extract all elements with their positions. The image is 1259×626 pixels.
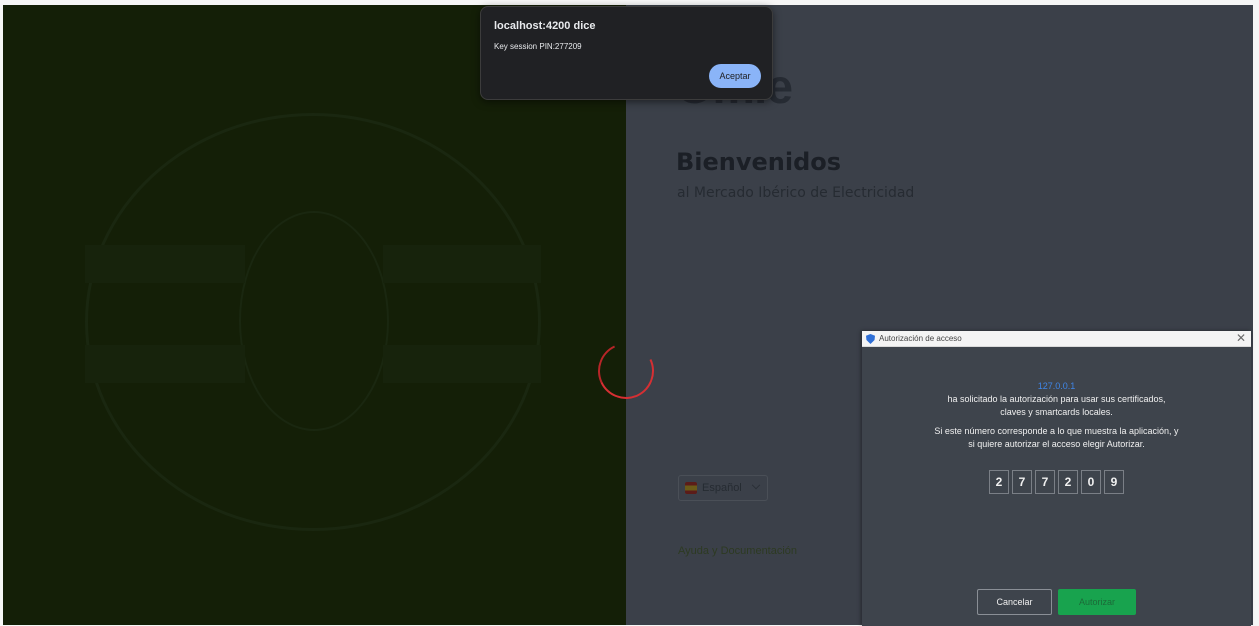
- chevron-down-icon: [751, 480, 761, 490]
- authorize-button[interactable]: Autorizar: [1058, 589, 1136, 615]
- dialog-titlebar: Autorización de acceso ✕: [862, 331, 1251, 347]
- welcome-subtitle: al Mercado Ibérico de Electricidad: [677, 185, 915, 201]
- alert-title: localhost:4200 dice: [494, 20, 596, 32]
- pin-digit: 0: [1081, 470, 1101, 494]
- emblem-bar-bottom-right: [383, 345, 541, 383]
- requesting-host: 127.0.0.1: [1037, 381, 1076, 391]
- welcome-title: Bienvenidos: [676, 148, 842, 176]
- pin-digit: 7: [1035, 470, 1055, 494]
- cancel-button[interactable]: Cancelar: [977, 589, 1052, 615]
- pin-digit: 2: [1058, 470, 1078, 494]
- dialog-text-line-3: Si este número corresponde a lo que mues…: [934, 426, 1179, 436]
- help-documentation-link[interactable]: Ayuda y Documentación: [678, 545, 797, 557]
- alert-message: Key session PIN:277209: [494, 42, 582, 51]
- emblem-bar-top-right: [383, 245, 541, 283]
- shield-icon: [866, 334, 875, 344]
- dialog-text-line-4: si quiere autorizar el acceso elegir Aut…: [968, 439, 1145, 449]
- pin-digit: 9: [1104, 470, 1124, 494]
- close-icon[interactable]: ✕: [1236, 331, 1246, 345]
- pin-display: 2 7 7 2 0 9: [989, 470, 1124, 494]
- pin-digit: 7: [1012, 470, 1032, 494]
- alert-accept-button[interactable]: Aceptar: [709, 64, 761, 88]
- dialog-text-line-1: ha solicitado la autorización para usar …: [947, 394, 1166, 404]
- access-authorization-dialog: Autorización de acceso ✕ 127.0.0.1 ha so…: [862, 331, 1251, 626]
- dialog-title: Autorización de acceso: [879, 334, 962, 343]
- dialog-text-line-2: claves y smartcards locales.: [1000, 407, 1113, 417]
- emblem-inner-ring: [239, 211, 389, 431]
- emblem-bar-bottom-left: [85, 345, 245, 383]
- emblem-bar-top-left: [85, 245, 245, 283]
- language-select[interactable]: Español: [678, 475, 768, 501]
- spain-flag-icon: [685, 482, 697, 494]
- language-label: Español: [702, 482, 742, 494]
- pin-digit: 2: [989, 470, 1009, 494]
- browser-alert-dialog: localhost:4200 dice Key session PIN:2772…: [480, 6, 773, 100]
